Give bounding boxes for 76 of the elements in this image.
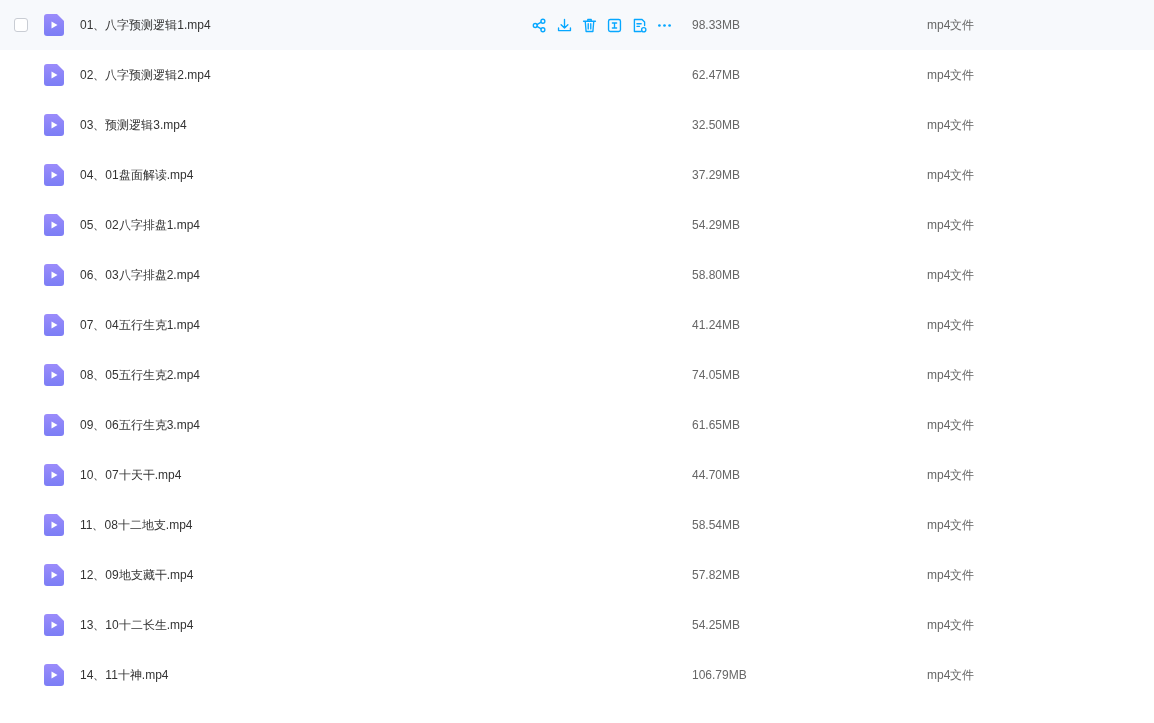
file-name[interactable]: 06、03八字排盘2.mp4: [80, 268, 201, 282]
file-type: mp4文件: [927, 467, 975, 484]
video-file-icon: [44, 264, 64, 286]
video-file-icon: [44, 214, 64, 236]
file-size: 44.70MB: [692, 468, 741, 482]
file-name[interactable]: 13、10十二长生.mp4: [80, 618, 194, 632]
file-name[interactable]: 02、八字预测逻辑2.mp4: [80, 68, 211, 82]
file-name[interactable]: 08、05五行生克2.mp4: [80, 368, 201, 382]
file-row[interactable]: 10、07十天干.mp4 44.70MB mp4文件: [0, 450, 1154, 500]
file-size: 57.82MB: [692, 568, 741, 582]
video-file-icon: [44, 14, 64, 36]
file-name[interactable]: 09、06五行生克3.mp4: [80, 418, 201, 432]
file-size: 106.79MB: [692, 668, 747, 682]
file-name[interactable]: 03、预测逻辑3.mp4: [80, 118, 187, 132]
file-type: mp4文件: [927, 267, 975, 284]
file-row[interactable]: 06、03八字排盘2.mp4 58.80MB mp4文件: [0, 250, 1154, 300]
file-type: mp4文件: [927, 317, 975, 334]
file-name[interactable]: 10、07十天干.mp4: [80, 468, 182, 482]
file-row[interactable]: 12、09地支藏干.mp4 57.82MB mp4文件: [0, 550, 1154, 600]
file-type: mp4文件: [927, 67, 975, 84]
video-file-icon: [44, 464, 64, 486]
file-size: 61.65MB: [692, 418, 741, 432]
file-type: mp4文件: [927, 667, 975, 684]
file-row[interactable]: 02、八字预测逻辑2.mp4 62.47MB mp4文件: [0, 50, 1154, 100]
file-name[interactable]: 11、08十二地支.mp4: [80, 518, 193, 532]
file-size: 32.50MB: [692, 118, 741, 132]
file-size: 37.29MB: [692, 168, 741, 182]
file-type: mp4文件: [927, 367, 975, 384]
video-file-icon: [44, 414, 64, 436]
download-icon[interactable]: [556, 16, 573, 34]
delete-icon[interactable]: [581, 16, 598, 34]
file-type: mp4文件: [927, 217, 975, 234]
file-row[interactable]: 11、08十二地支.mp4 58.54MB mp4文件: [0, 500, 1154, 550]
file-name[interactable]: 14、11十神.mp4: [80, 668, 169, 682]
file-row[interactable]: 01、八字预测逻辑1.mp4 98.33MB mp4文件: [0, 0, 1154, 50]
video-file-icon: [44, 614, 64, 636]
file-type: mp4文件: [927, 617, 975, 634]
file-type: mp4文件: [927, 417, 975, 434]
file-row[interactable]: 05、02八字排盘1.mp4 54.29MB mp4文件: [0, 200, 1154, 250]
file-size: 54.25MB: [692, 618, 741, 632]
file-type: mp4文件: [927, 517, 975, 534]
file-type: mp4文件: [927, 17, 975, 34]
file-size: 54.29MB: [692, 218, 741, 232]
file-name[interactable]: 12、09地支藏干.mp4: [80, 568, 194, 582]
file-size: 74.05MB: [692, 368, 741, 382]
video-file-icon: [44, 564, 64, 586]
file-row[interactable]: 13、10十二长生.mp4 54.25MB mp4文件: [0, 600, 1154, 650]
text-box-icon[interactable]: [606, 16, 623, 34]
file-size: 58.80MB: [692, 268, 741, 282]
video-file-icon: [44, 364, 64, 386]
video-file-icon: [44, 164, 64, 186]
share-icon[interactable]: [531, 16, 548, 34]
file-size: 41.24MB: [692, 318, 741, 332]
file-name[interactable]: 05、02八字排盘1.mp4: [80, 218, 201, 232]
video-file-icon: [44, 514, 64, 536]
document-icon[interactable]: [631, 16, 648, 34]
video-file-icon: [44, 64, 64, 86]
checkbox[interactable]: [13, 18, 28, 32]
file-row[interactable]: 14、11十神.mp4 106.79MB mp4文件: [0, 650, 1154, 700]
file-name[interactable]: 07、04五行生克1.mp4: [80, 318, 201, 332]
file-size: 98.33MB: [692, 18, 741, 32]
file-size: 58.54MB: [692, 518, 741, 532]
file-row[interactable]: 04、01盘面解读.mp4 37.29MB mp4文件: [0, 150, 1154, 200]
file-type: mp4文件: [927, 117, 975, 134]
file-row[interactable]: 07、04五行生克1.mp4 41.24MB mp4文件: [0, 300, 1154, 350]
file-row[interactable]: 03、预测逻辑3.mp4 32.50MB mp4文件: [0, 100, 1154, 150]
file-name[interactable]: 04、01盘面解读.mp4: [80, 168, 194, 182]
file-type: mp4文件: [927, 567, 975, 584]
video-file-icon: [44, 314, 64, 336]
file-name[interactable]: 01、八字预测逻辑1.mp4: [80, 18, 211, 32]
file-row[interactable]: 09、06五行生克3.mp4 61.65MB mp4文件: [0, 400, 1154, 450]
video-file-icon: [44, 114, 64, 136]
file-size: 62.47MB: [692, 68, 741, 82]
video-file-icon: [44, 664, 64, 686]
file-row[interactable]: 08、05五行生克2.mp4 74.05MB mp4文件: [0, 350, 1154, 400]
file-type: mp4文件: [927, 167, 975, 184]
